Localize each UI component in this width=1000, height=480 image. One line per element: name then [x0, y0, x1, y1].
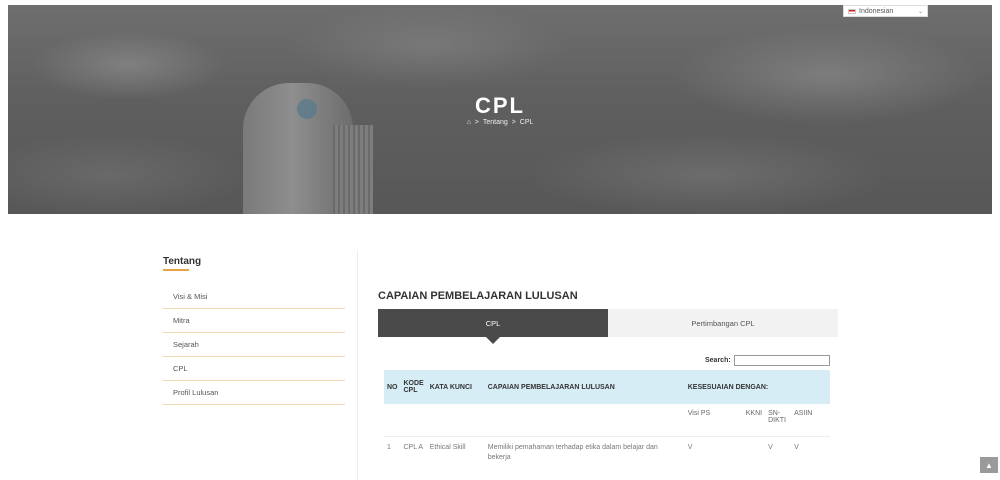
- table-row: 1 CPL A Ethical Skill Memiliki pemahaman…: [384, 435, 830, 470]
- flag-icon: [848, 8, 856, 14]
- sidebar-item-cpl[interactable]: CPL: [163, 357, 345, 381]
- column-header[interactable]: KATA KUNCI: [426, 370, 485, 404]
- subheader-cell: Visi PS: [687, 410, 711, 417]
- home-icon[interactable]: ⌂: [467, 119, 471, 126]
- sidebar-item-mitra[interactable]: Mitra: [163, 309, 345, 333]
- sidebar-item-profil-lulusan[interactable]: Profil Lulusan: [163, 381, 345, 405]
- cell-kode: CPL A: [400, 435, 427, 470]
- column-header[interactable]: NO: [384, 370, 401, 404]
- cell-asiin: V: [791, 435, 830, 470]
- tab-cpl[interactable]: CPL: [378, 309, 608, 344]
- sidebar-title-underline: [163, 269, 189, 271]
- subheader-cell: ASIIN: [794, 410, 813, 417]
- building-facade: [333, 125, 373, 214]
- search-input[interactable]: [734, 355, 830, 366]
- language-select[interactable]: Indonesian ⌄: [843, 5, 928, 17]
- chevron-down-icon: ⌄: [917, 8, 923, 15]
- subheader-cell: SN-DIKTI: [768, 410, 786, 424]
- page-title: CPL: [475, 93, 525, 118]
- cell-visi-ps: V: [684, 435, 743, 470]
- content-divider: [357, 250, 358, 480]
- tab-pertimbangan-cpl[interactable]: Pertimbangan CPL: [608, 309, 838, 337]
- column-header[interactable]: KESESUAIAN DENGAN:: [684, 370, 830, 404]
- column-header[interactable]: CAPAIAN PEMBELAJARAN LULUSAN: [484, 370, 685, 404]
- cell-kkni: [742, 435, 766, 470]
- cpl-table: NO KODE CPL KATA KUNCI CAPAIAN PEMBELAJA…: [384, 370, 830, 470]
- chevron-up-icon: ▲: [985, 460, 993, 470]
- search-label: Search:: [705, 357, 731, 364]
- breadcrumb-separator: >: [511, 119, 516, 126]
- scroll-to-top-button[interactable]: ▲: [980, 457, 998, 473]
- breadcrumb: ⌂ > Tentang > CPL: [8, 119, 992, 126]
- cell-capaian: Memiliki pemahaman terhadap etika dalam …: [484, 435, 685, 470]
- hero-banner: CPL ⌂ > Tentang > CPL: [8, 5, 992, 214]
- tab-bar: CPL Pertimbangan CPL: [378, 309, 838, 344]
- cell-sn-dikti: V: [765, 435, 792, 470]
- sidebar-item-sejarah[interactable]: Sejarah: [163, 333, 345, 357]
- breadcrumb-current: CPL: [519, 119, 534, 126]
- subheader-cell: KKNI: [745, 410, 763, 417]
- breadcrumb-link-tentang[interactable]: Tentang: [483, 119, 508, 126]
- section-title: CAPAIAN PEMBELAJARAN LULUSAN: [378, 290, 578, 302]
- breadcrumb-separator: >: [474, 119, 479, 126]
- cell-kata-kunci: Ethical Skill: [426, 435, 485, 470]
- sidebar-title: Tentang: [163, 256, 202, 267]
- cell-no: 1: [384, 435, 401, 470]
- sidebar-menu: Visi & Misi Mitra Sejarah CPL Profil Lul…: [163, 285, 345, 405]
- language-label: Indonesian: [859, 7, 894, 15]
- column-header[interactable]: KODE CPL: [400, 370, 427, 404]
- sidebar-item-visi-misi[interactable]: Visi & Misi: [163, 285, 345, 309]
